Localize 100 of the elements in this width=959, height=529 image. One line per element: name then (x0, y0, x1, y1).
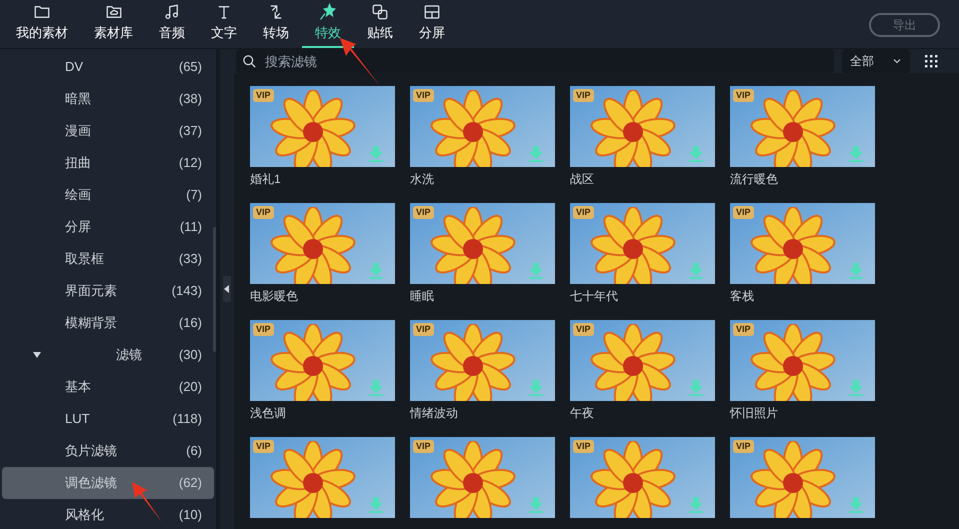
category-label: 漫画 (65, 122, 91, 140)
download-icon[interactable] (369, 263, 383, 279)
toolbar-tab[interactable]: 音频 (146, 0, 198, 48)
photo-placeholder[interactable]: VIP (250, 320, 395, 401)
magic-star-icon (319, 3, 337, 21)
item-count: (12) (178, 154, 202, 172)
toolbar-tab[interactable]: 文字 (198, 0, 250, 48)
photo-placeholder[interactable]: VIP (730, 437, 875, 518)
sidebar-item[interactable]: 滤镜 (30) (2, 339, 214, 371)
effect-name: 午夜 (570, 405, 595, 422)
category-label: DV (65, 58, 84, 76)
sidebar-item[interactable]: 分屏 (11) (2, 211, 214, 243)
sidebar-item[interactable]: 取景框 (33) (2, 243, 214, 275)
category-label: 绘画 (65, 186, 91, 204)
item-count: (16) (178, 314, 202, 332)
vip-badge: VIP (253, 206, 274, 219)
search-field[interactable]: 搜索滤镜 (236, 49, 834, 73)
item-count: (30) (178, 346, 202, 364)
sidebar-item[interactable]: 绘画 (7) (2, 179, 214, 211)
photo-placeholder[interactable]: VIP (410, 437, 555, 518)
download-icon[interactable] (529, 263, 543, 279)
download-icon[interactable] (529, 146, 543, 162)
sidebar-item[interactable]: 扭曲 (12) (2, 147, 214, 179)
download-icon[interactable] (689, 380, 703, 396)
toolbar-tab[interactable]: 我的素材 (3, 0, 81, 48)
item-count: (118) (172, 410, 202, 428)
photo-placeholder[interactable]: VIP (730, 203, 875, 284)
category-label: 取景框 (65, 250, 104, 268)
download-icon[interactable] (369, 380, 383, 396)
photo-placeholder[interactable]: VIP (250, 203, 395, 284)
vip-badge: VIP (253, 440, 274, 453)
sidebar-item[interactable]: 风格化 (10) (2, 499, 214, 529)
effect-name: 客栈 (730, 288, 755, 305)
item-count: (6) (186, 442, 202, 460)
vip-badge: VIP (573, 89, 594, 102)
download-icon[interactable] (529, 497, 543, 513)
effect-name: 流行暖色 (730, 171, 779, 188)
effect-name: 浅色调 (250, 405, 287, 422)
effect-name: 电影暖色 (250, 288, 299, 305)
download-icon[interactable] (689, 263, 703, 279)
item-count: (38) (178, 90, 202, 108)
toolbar-tab[interactable]: 分屏 (406, 0, 458, 48)
sidebar-item[interactable]: 暗黑 (38) (2, 83, 214, 115)
item-count: (33) (178, 250, 202, 268)
vip-badge: VIP (733, 206, 754, 219)
sidebar-item[interactable]: 界面元素 (143) (2, 275, 214, 307)
caret-icon[interactable] (33, 351, 41, 359)
collapse-handle[interactable] (223, 276, 231, 302)
sidebar-item[interactable]: 基本 (20) (2, 371, 214, 403)
split-screen-icon (423, 3, 441, 21)
category-label: 分屏 (65, 218, 91, 236)
sidebar-item[interactable]: LUT (118) (2, 403, 214, 435)
photo-placeholder[interactable]: VIP (410, 203, 555, 284)
vip-badge: VIP (253, 323, 274, 336)
sidebar-item[interactable]: 漫画 (37) (2, 115, 214, 147)
vip-badge: VIP (413, 440, 434, 453)
vip-badge: VIP (573, 440, 594, 453)
vip-badge: VIP (413, 89, 434, 102)
download-icon[interactable] (849, 146, 863, 162)
photo-placeholder[interactable]: VIP (730, 86, 875, 167)
photo-placeholder[interactable]: VIP (730, 320, 875, 401)
effect-name: 情绪波动 (410, 405, 459, 422)
photo-placeholder[interactable]: VIP (570, 203, 715, 284)
download-icon[interactable] (849, 380, 863, 396)
sidebar-item[interactable]: DV (65) (2, 51, 214, 83)
search-icon (242, 54, 257, 69)
photo-placeholder[interactable]: VIP (570, 86, 715, 167)
toolbar-tab[interactable]: 素材库 (81, 0, 146, 48)
photo-placeholder[interactable]: VIP (570, 320, 715, 401)
photo-placeholder[interactable]: VIP (410, 86, 555, 167)
photo-placeholder[interactable]: VIP (410, 320, 555, 401)
download-icon[interactable] (369, 146, 383, 162)
vip-badge: VIP (253, 89, 274, 102)
category-label: 滤镜 (116, 346, 142, 364)
toolbar-tab[interactable]: 转场 (250, 0, 302, 48)
photo-placeholder[interactable]: VIP (570, 437, 715, 518)
grid-view-icon[interactable] (924, 54, 938, 68)
download-icon[interactable] (849, 263, 863, 279)
filter-dropdown[interactable]: 全部 (842, 49, 910, 73)
sidebar-item[interactable]: 调色滤镜 (62) (2, 467, 214, 499)
download-icon[interactable] (689, 146, 703, 162)
item-count: (143) (172, 282, 202, 300)
vip-badge: VIP (733, 323, 754, 336)
vip-badge: VIP (573, 323, 594, 336)
effect-name: 七十年代 (570, 288, 619, 305)
category-label: 界面元素 (65, 282, 117, 300)
category-label: 模糊背景 (65, 314, 117, 332)
photo-placeholder[interactable]: VIP (250, 437, 395, 518)
download-icon[interactable] (369, 497, 383, 513)
category-label: 风格化 (65, 506, 104, 524)
sidebar-item[interactable]: 模糊背景 (16) (2, 307, 214, 339)
download-icon[interactable] (849, 497, 863, 513)
sidebar-item[interactable]: 负片滤镜 (6) (2, 435, 214, 467)
effect-name: 水洗 (410, 171, 435, 188)
photo-placeholder[interactable]: VIP (250, 86, 395, 167)
item-count: (20) (178, 378, 202, 396)
download-icon[interactable] (529, 380, 543, 396)
toolbar-tab[interactable]: 贴纸 (354, 0, 406, 48)
item-count: (10) (178, 506, 202, 524)
download-icon[interactable] (689, 497, 703, 513)
